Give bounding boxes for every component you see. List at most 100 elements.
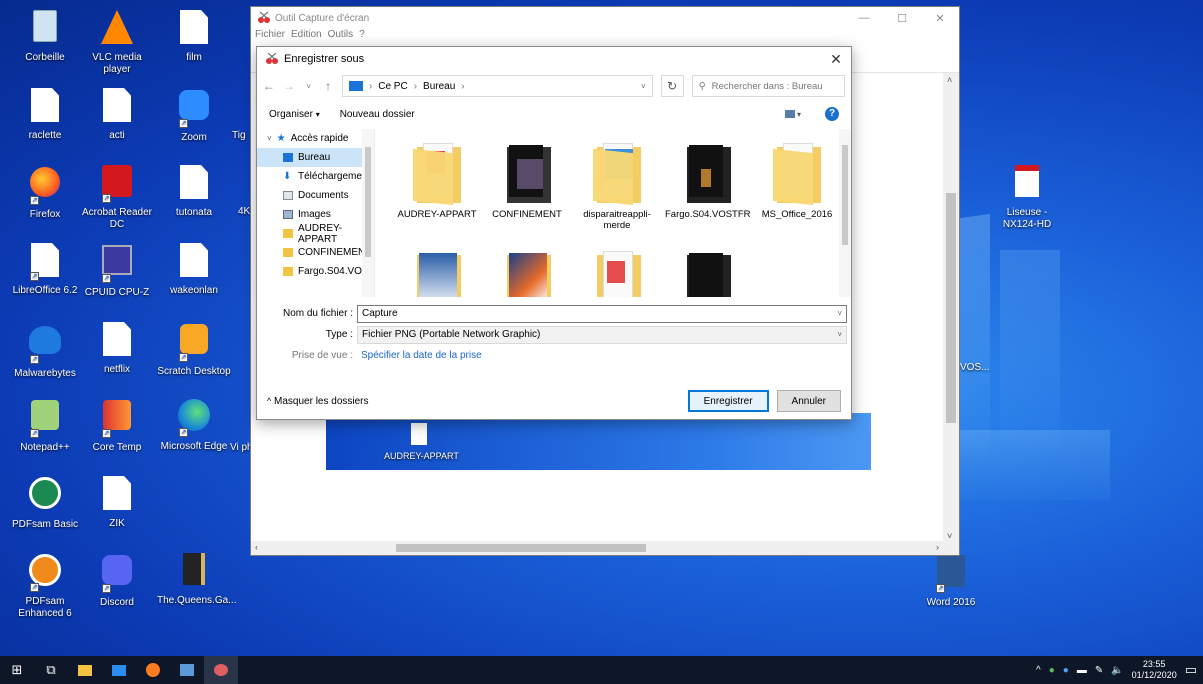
nav-item-downloads[interactable]: ⬇ Téléchargeme ✱ (257, 167, 374, 186)
scroll-up-icon[interactable]: ˄ (947, 75, 952, 85)
forward-arrow-icon[interactable]: → (283, 79, 295, 93)
new-folder-button[interactable]: Nouveau dossier (340, 109, 415, 120)
desktop-icon-wakeonlan[interactable]: wakeonlan (157, 243, 231, 297)
save-button[interactable]: Enregistrer (687, 390, 769, 412)
desktop-icon-cpuid-cpu-z[interactable]: ↗ CPUID CPU-Z (80, 243, 154, 299)
nav-item-folder[interactable]: CONFINEMENT (257, 243, 374, 262)
path-field[interactable]: › Ce PC › Bureau › ˅ (341, 75, 653, 97)
specify-date-link[interactable]: Spécifier la date de la prise (361, 350, 482, 361)
desktop-icon-core-temp[interactable]: ↗ Core Temp (80, 398, 154, 454)
folder-item[interactable]: Fargo.S04.VOSTFR (665, 143, 751, 220)
desktop-icon-word-2016[interactable]: ↗ Word 2016 (914, 555, 988, 609)
menu-fichier[interactable]: Fichier (255, 29, 285, 43)
filetype-select[interactable]: Fichier PNG (Portable Network Graphic) ˅ (357, 325, 847, 344)
scroll-down-icon[interactable]: ˅ (947, 531, 952, 541)
desktop-icon-pdfsam-basic[interactable]: PDFsam Basic (8, 476, 82, 531)
desktop-icon-netflix[interactable]: netflix (80, 322, 154, 376)
nav-item-documents[interactable]: Documents ✱ (257, 186, 374, 205)
menu-edition[interactable]: Edition (291, 29, 322, 43)
desktop-icon-libreoffice[interactable]: ↗ LibreOffice 6.2 (8, 243, 82, 297)
desktop-icon-acti[interactable]: acti (80, 88, 154, 142)
desktop-icon-recycle-bin[interactable]: Corbeille (8, 10, 82, 64)
desktop-icon-scratch-desktop[interactable]: ↗ Scratch Desktop (157, 322, 231, 378)
view-options-icon[interactable]: ▾ (785, 108, 805, 120)
folder-item[interactable] (485, 251, 569, 297)
desktop-icon-acrobat-reader-dc[interactable]: ↗ Acrobat Reader DC (80, 165, 154, 231)
chevron-down-icon[interactable]: ˅ (837, 309, 842, 318)
desktop-icon-microsoft-edge[interactable]: ↗ Microsoft Edge (157, 398, 231, 453)
nav-item-folder[interactable]: Fargo.S04.VOSTF (257, 262, 374, 281)
recent-locations-icon[interactable]: ˅ (303, 82, 314, 91)
filename-input[interactable]: Capture ˅ (357, 304, 847, 323)
volume-icon[interactable]: 🔈 (1111, 665, 1123, 676)
scroll-thumb[interactable] (842, 145, 848, 245)
desktop-icon-vlc-media-player[interactable]: VLC media player (80, 10, 154, 76)
horizontal-scrollbar[interactable]: ‹ › (251, 541, 959, 555)
file-explorer-icon[interactable] (68, 656, 102, 684)
desktop-icon-film[interactable]: film (157, 10, 231, 64)
cancel-button[interactable]: Annuler (776, 390, 841, 412)
notifications-icon[interactable]: ▭ (1185, 662, 1197, 678)
desktop-icon-the-queens-gambit[interactable]: The.Queens.Ga... (157, 553, 237, 607)
nav-scrollbar[interactable] (362, 129, 374, 297)
windows-start-icon[interactable]: ⊞ (0, 656, 34, 684)
app-icon[interactable] (170, 656, 204, 684)
back-arrow-icon[interactable]: ← (263, 79, 275, 93)
network-icon[interactable]: ▬ (1077, 665, 1087, 676)
chevron-down-icon[interactable]: ˅ (837, 330, 842, 339)
close-button[interactable]: ✕ (921, 12, 959, 25)
help-icon[interactable]: ? (825, 107, 839, 121)
menu-outils[interactable]: Outils (328, 29, 354, 43)
chevron-down-icon[interactable]: ˅ (641, 82, 646, 91)
desktop-icon-malwarebytes[interactable]: ↗ Malwarebytes (8, 322, 82, 380)
bluetooth-icon[interactable]: ● (1063, 665, 1069, 676)
file-list-scrollbar[interactable] (839, 129, 851, 297)
scroll-right-icon[interactable]: › (936, 542, 939, 552)
scroll-thumb[interactable] (396, 544, 646, 552)
maximize-button[interactable]: ☐ (883, 12, 921, 25)
chevron-up-icon[interactable]: ^ (1036, 665, 1041, 676)
hide-folders-toggle[interactable]: ^ Masquer les dossiers (267, 396, 369, 407)
pen-icon[interactable]: ✎ (1095, 665, 1103, 676)
breadcrumb-bureau[interactable]: Bureau (423, 81, 455, 92)
folder-item[interactable]: CONFINEMENT (485, 143, 569, 220)
folder-item[interactable] (665, 251, 749, 297)
desktop-icon-notepad-plus-plus[interactable]: ↗ Notepad++ (8, 398, 82, 454)
desktop-icon-liseuse[interactable]: Liseuse - NX124-HD (990, 165, 1064, 231)
folder-item[interactable]: disparaitreappli-merde (575, 143, 659, 231)
firefox-icon[interactable] (136, 656, 170, 684)
scroll-thumb[interactable] (365, 147, 371, 257)
desktop-icon-discord[interactable]: ↗ Discord (80, 553, 154, 609)
breadcrumb-ce-pc[interactable]: Ce PC (378, 81, 407, 92)
nav-item-bureau[interactable]: Bureau ✱ (257, 148, 374, 167)
desktop-icon-zoom[interactable]: ↗ Zoom (157, 88, 231, 144)
menu-help[interactable]: ? (359, 29, 365, 43)
scroll-left-icon[interactable]: ‹ (255, 542, 258, 552)
clock[interactable]: 23:55 01/12/2020 (1132, 659, 1177, 681)
task-view-icon[interactable]: ⧉ (34, 656, 68, 684)
search-input[interactable]: ⚲ Rechercher dans : Bureau (691, 75, 846, 97)
dialog-close-button[interactable]: ✕ (821, 51, 851, 68)
nav-item-folder[interactable]: AUDREY-APPART (257, 223, 374, 245)
folder-item[interactable]: AUDREY-APPART (395, 143, 479, 220)
desktop-icon-zik[interactable]: ZIK (80, 476, 154, 530)
desktop-icon-tutonata[interactable]: tutonata (157, 165, 231, 219)
up-arrow-icon[interactable]: ↑ (322, 79, 333, 93)
nav-item-images[interactable]: Images ✱ (257, 205, 374, 224)
snipping-tool-taskbar-icon[interactable] (204, 656, 238, 684)
desktop-icon-raclette[interactable]: raclette (8, 88, 82, 142)
desktop-icon-firefox[interactable]: ↗ Firefox (8, 165, 82, 221)
store-icon[interactable] (102, 656, 136, 684)
scroll-thumb[interactable] (946, 193, 956, 423)
folder-item[interactable] (575, 251, 659, 297)
organize-menu[interactable]: Organiser ▾ (269, 109, 320, 120)
minimize-button[interactable]: — (845, 12, 883, 24)
folder-item[interactable] (395, 251, 479, 297)
vertical-scrollbar[interactable]: ˄ ˅ (943, 73, 959, 543)
refresh-icon[interactable]: ↻ (660, 75, 684, 97)
app-tray-icon[interactable]: ● (1049, 665, 1055, 676)
desktop-icon-pdfsam-enhanced[interactable]: ↗ PDFsam Enhanced 6 (8, 553, 82, 620)
folder-icon (283, 248, 293, 257)
nav-item-quick-access[interactable]: ˅ ★ Accès rapide (257, 129, 374, 148)
folder-item[interactable]: MS_Office_2016 (755, 143, 839, 220)
